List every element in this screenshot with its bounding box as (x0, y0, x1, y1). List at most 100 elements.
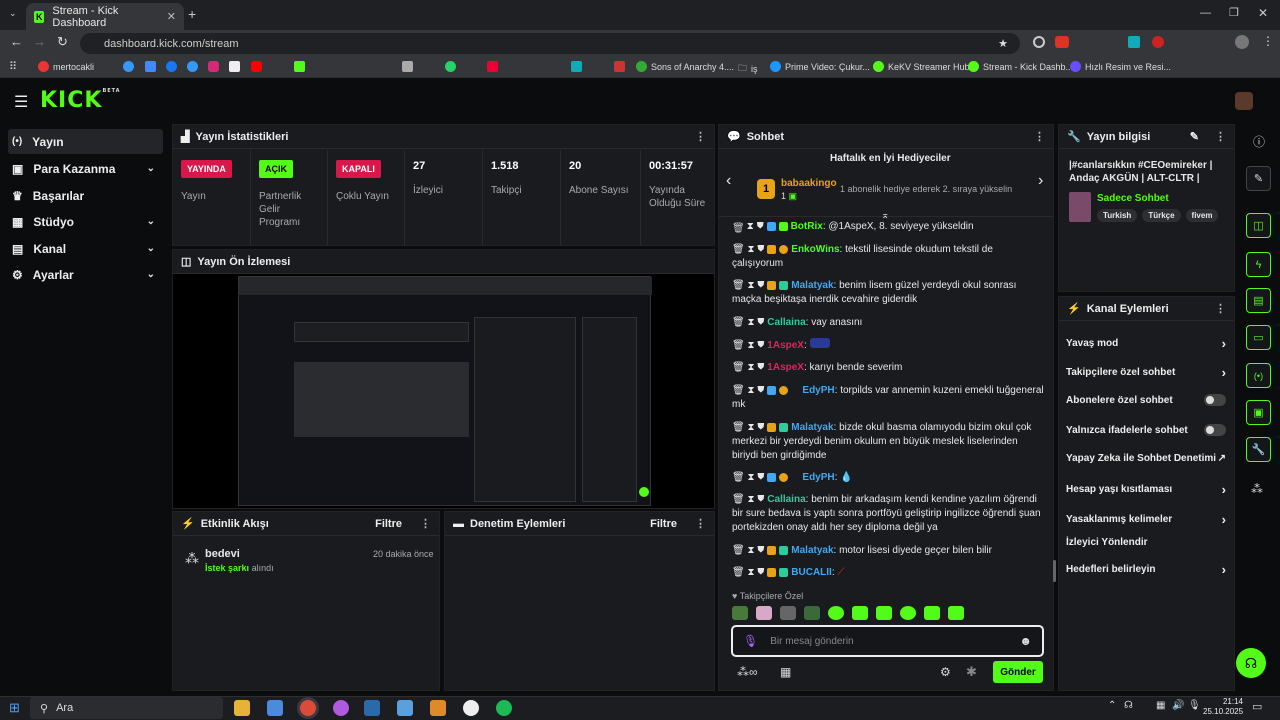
kick-logo[interactable]: KICKBETA (40, 88, 121, 113)
shield-icon[interactable]: ⛊ (757, 422, 764, 433)
shield-icon[interactable]: ⛊ (757, 280, 764, 291)
app-icon[interactable] (397, 700, 413, 716)
toggle-switch[interactable] (1204, 424, 1226, 436)
document-button[interactable]: ▤ (1246, 288, 1271, 313)
instagram-icon[interactable] (208, 61, 219, 72)
microphone-icon[interactable]: 🎙 (743, 634, 758, 648)
gear-icon[interactable]: ⚙ (940, 665, 951, 679)
timeout-icon[interactable]: ⧗ (747, 472, 754, 483)
chrome-icon[interactable] (300, 700, 316, 716)
more-options-icon[interactable]: ⋮ (1215, 130, 1226, 143)
chat-scrollbar[interactable] (1053, 560, 1056, 582)
clock[interactable]: 21:14 25.10.2025 (1203, 697, 1243, 717)
notifications-icon[interactable]: ▭ (1252, 700, 1262, 713)
bookmark-icon[interactable] (123, 61, 134, 72)
edit-layout-button[interactable]: ✎ (1246, 166, 1271, 191)
shield-icon[interactable]: ⛊ (757, 567, 764, 578)
info-icon[interactable]: ⓘ (1253, 133, 1265, 150)
emote-icon[interactable] (924, 606, 940, 620)
chat-username[interactable]: EnkoWins (791, 244, 839, 255)
user-avatar[interactable] (1235, 92, 1253, 110)
headphones-icon[interactable]: ☊ (1124, 700, 1133, 711)
action-followers-only[interactable]: Takipçilere özel sohbet › (1066, 365, 1226, 380)
filter-button[interactable]: Filtre (650, 518, 677, 530)
close-tab-icon[interactable]: ✕ (167, 10, 176, 23)
chat-message[interactable]: 🗑 ⧗ ⛊ Callaina: vay anasını (732, 316, 1044, 330)
timeout-icon[interactable]: ⧗ (747, 244, 754, 255)
chat-message[interactable]: 🗑 ⧗ ⛊ Malatyak: bizde okul basma olamıyo… (732, 421, 1044, 463)
chat-username[interactable]: Callaina (767, 317, 805, 328)
volume-icon[interactable]: 🔊 (1172, 700, 1184, 711)
chat-username[interactable]: BotRix (791, 221, 823, 232)
timeout-icon[interactable]: ⧗ (747, 317, 754, 328)
activity-user[interactable]: bedevi (205, 548, 240, 560)
delete-icon[interactable]: 🗑 (732, 385, 745, 396)
delete-icon[interactable]: 🗑 (732, 545, 745, 556)
chat-username[interactable]: 1AspeX (767, 340, 804, 351)
whatsapp-icon[interactable] (445, 61, 456, 72)
help-chat-button[interactable]: ☊ (1236, 648, 1266, 678)
chat-message[interactable]: 🗑 ⧗ ⛊ BUCALII: ⟋ (732, 566, 1044, 580)
sidebar-item-para-kazanma[interactable]: ▣ Para Kazanma ⌄ (8, 156, 163, 181)
users-icon[interactable]: ⁂ (1251, 482, 1263, 496)
youtube-icon[interactable] (251, 61, 262, 72)
close-window-icon[interactable]: ✕ (1258, 6, 1268, 20)
delete-icon[interactable]: 🗑 (732, 567, 745, 578)
steam-icon[interactable] (364, 700, 380, 716)
chat-username[interactable]: Malatyak (791, 422, 833, 433)
emote-icon[interactable] (828, 606, 844, 620)
kick-icon[interactable] (294, 61, 305, 72)
extension-icon[interactable] (1152, 36, 1164, 48)
chevron-left-icon[interactable]: ‹ (726, 172, 731, 190)
shield-icon[interactable]: ⛊ (757, 244, 764, 255)
bookmark-icon[interactable] (187, 61, 198, 72)
browser-tab[interactable]: K Stream - Kick Dashboard ✕ (26, 3, 184, 30)
apps-icon[interactable]: ⠿ (9, 60, 17, 73)
bookmark-star-icon[interactable]: ★ (998, 37, 1008, 50)
adblock-icon[interactable] (1055, 36, 1069, 48)
preview-video[interactable] (173, 274, 714, 508)
delete-icon[interactable]: 🗑 (732, 317, 745, 328)
lightning-button[interactable]: ϟ (1246, 252, 1271, 277)
send-button[interactable]: Gönder (993, 661, 1043, 683)
timeout-icon[interactable]: ⧗ (747, 422, 754, 433)
shield-icon[interactable]: ⛊ (757, 362, 764, 373)
extension-icon[interactable] (1128, 36, 1140, 48)
restore-icon[interactable]: ❐ (1229, 6, 1239, 19)
shield-icon[interactable]: ⛊ (757, 385, 764, 396)
back-icon[interactable]: ← (10, 34, 23, 49)
bookmark[interactable]: Stream - Kick Dashb... (968, 61, 1073, 72)
forward-icon[interactable]: → (33, 34, 46, 49)
emote-icon[interactable] (732, 606, 748, 620)
more-options-icon[interactable]: ⋮ (420, 517, 431, 530)
shield-icon[interactable]: ⛊ (757, 317, 764, 328)
bookmark[interactable]: KeKV Streamer Hub (873, 61, 970, 72)
microphone-icon[interactable]: 🎙 (1188, 700, 1201, 711)
bookmark-icon[interactable] (571, 61, 582, 72)
minimize-icon[interactable]: — (1200, 7, 1211, 19)
chat-message[interactable]: 🗑 ⧗ ⛊ Malatyak: benim lisem güzel yerdey… (732, 279, 1044, 307)
shield-icon[interactable]: ⛊ (757, 221, 764, 232)
profile-avatar[interactable] (1235, 35, 1249, 49)
chat-username[interactable]: Malatyak (791, 280, 833, 291)
broadcast-button[interactable]: (•) (1246, 363, 1271, 388)
reload-icon[interactable]: ↻ (57, 34, 68, 50)
chat-message[interactable]: 🗑 ⧗ ⛊ Callaina: benim bir arkadaşım kend… (732, 493, 1044, 535)
chat-message[interactable]: 🗑 ⧗ ⛊ BotRix: @1AspeX, 8. seviyeye yükse… (732, 220, 1044, 234)
chat-button[interactable]: ▭ (1246, 325, 1271, 350)
layout-button[interactable]: ▣ (1246, 400, 1271, 425)
facebook-icon[interactable] (166, 61, 177, 72)
chat-username[interactable]: Malatyak (791, 545, 833, 556)
delete-icon[interactable]: 🗑 (732, 362, 745, 373)
chat-username[interactable]: EdyPH (802, 385, 834, 396)
windows-start-icon[interactable]: ⊞ (9, 700, 20, 716)
shield-icon[interactable]: ⛊ (757, 545, 764, 556)
sidebar-item-ayarlar[interactable]: ⚙ Ayarlar ⌄ (8, 262, 163, 287)
app-icon[interactable] (333, 700, 349, 716)
timeout-icon[interactable]: ⧗ (747, 494, 754, 505)
tag[interactable]: Turkish (1097, 209, 1138, 222)
bookmark-icon[interactable] (487, 61, 498, 72)
sidebar-item-yayin[interactable]: (•) Yayın (8, 129, 163, 154)
chat-username[interactable]: Callaina (767, 494, 805, 505)
bookmark-icon[interactable] (145, 61, 156, 72)
